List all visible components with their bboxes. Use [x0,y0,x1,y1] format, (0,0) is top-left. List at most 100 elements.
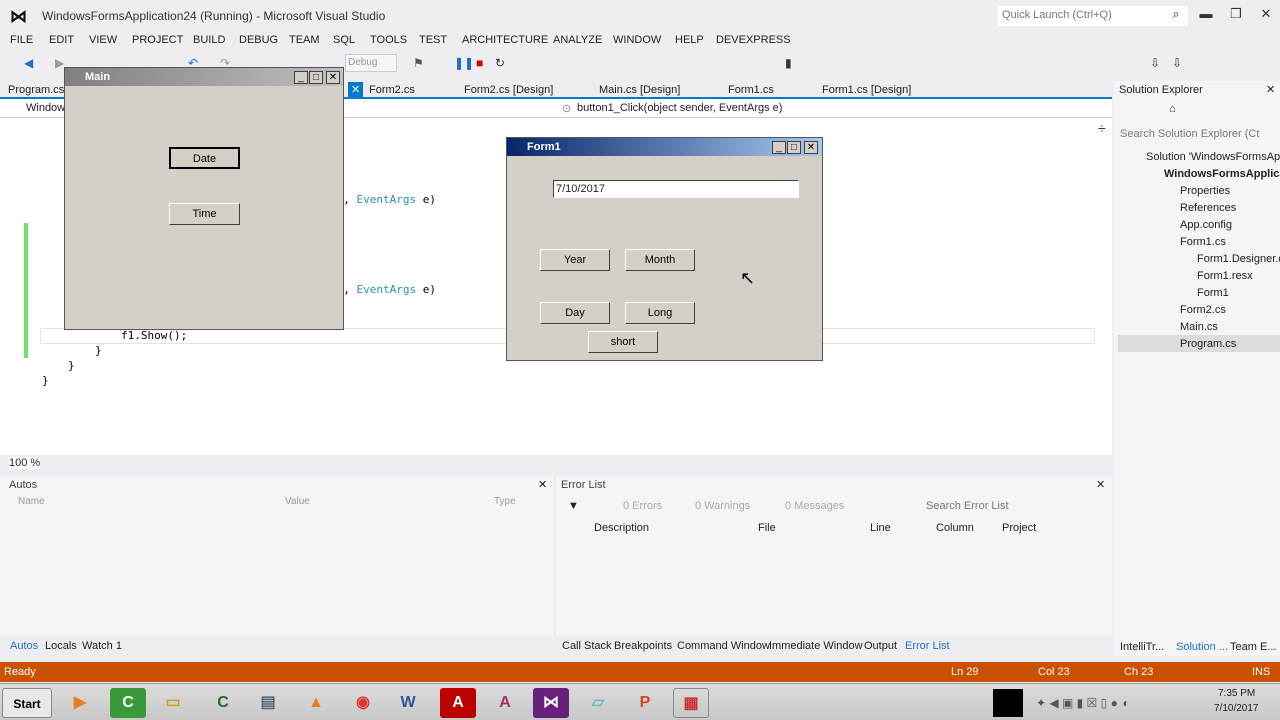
maximize-icon[interactable]: □ [309,71,323,84]
year-button[interactable]: Year [540,249,610,271]
close-tab-icon[interactable]: ✕ [348,82,364,97]
tab-locals[interactable]: Locals [45,640,77,652]
vlc-icon[interactable]: ▲ [298,688,334,718]
tab-call-stack[interactable]: Call Stack [562,640,612,652]
filter-icon[interactable]: ▼ [568,500,579,512]
date-button[interactable]: Date [169,147,240,169]
close-panel-icon[interactable]: ✕ [1096,478,1105,491]
explorer-icon[interactable]: ▭ [155,688,191,718]
powerpoint-icon[interactable]: P [627,688,663,718]
menu-view[interactable]: VIEW [89,34,117,46]
search-solution-input[interactable]: Search Solution Explorer (Ct [1120,128,1259,140]
running-app-icon[interactable]: ▦ [673,688,709,718]
tab-autos[interactable]: Autos [10,640,38,652]
visual-studio-icon[interactable]: ⋈ [533,688,569,718]
pause-icon[interactable]: ❚❚ [454,56,474,70]
app-icon[interactable]: ▤ [250,688,286,718]
menu-window[interactable]: WINDOW [613,34,661,46]
notepad-icon[interactable]: ▱ [580,688,616,718]
download2-icon[interactable]: ⇩ [1172,56,1182,70]
tab-output[interactable]: Output [864,640,897,652]
column-project[interactable]: Project [1002,522,1036,534]
tab-form1-design[interactable]: Form1.cs [Design] [822,84,911,96]
column-value[interactable]: Value [285,496,310,507]
bookmark-icon[interactable]: ▮ [785,56,792,70]
tab-watch1[interactable]: Watch 1 [82,640,122,652]
menu-architecture[interactable]: ARCHITECTURE [462,34,548,46]
tab-program-cs[interactable]: Program.cs [8,84,64,96]
menu-devexpress[interactable]: DEVEXPRESS [716,34,791,46]
menu-analyze[interactable]: ANALYZE [553,34,602,46]
tree-form1-resx[interactable]: Form1.resx [1197,270,1253,282]
stop-icon[interactable]: ■ [476,56,483,70]
tree-form1-class[interactable]: Form1 [1197,287,1229,299]
restore-button[interactable]: ❐ [1224,6,1248,26]
tab-form2-cs[interactable]: Form2.cs [369,84,415,96]
member-dropdown[interactable]: button1_Click(object sender, EventArgs e… [577,102,782,114]
clock-time[interactable]: 7:35 PM [1218,688,1255,699]
tree-form1-designer[interactable]: Form1.Designer.cs [1197,253,1280,265]
forward-icon[interactable]: ▶ [55,56,64,70]
tree-project[interactable]: WindowsFormsApplica [1164,168,1280,180]
tab-immediate-window[interactable]: Immediate Window [769,640,863,652]
column-type[interactable]: Type [494,496,516,507]
errors-filter[interactable]: 0 Errors [623,500,662,512]
menu-team[interactable]: TEAM [289,34,320,46]
word-icon[interactable]: W [390,688,426,718]
short-button[interactable]: short [588,331,658,353]
messages-filter[interactable]: 0 Messages [785,500,844,512]
tree-references[interactable]: References [1180,202,1236,214]
camtasia-icon[interactable]: C [110,688,146,718]
tab-solution-explorer[interactable]: Solution ... [1176,641,1228,653]
column-column[interactable]: Column [936,522,974,534]
tree-program-cs[interactable]: Program.cs [1118,335,1280,352]
menu-build[interactable]: BUILD [193,34,225,46]
acrobat-icon[interactable]: A [440,688,476,718]
download-icon[interactable]: ⇩ [1150,56,1160,70]
day-button[interactable]: Day [540,302,610,324]
tab-form1-cs[interactable]: Form1.cs [728,84,774,96]
minimize-button[interactable]: ▬ [1194,6,1218,26]
close-panel-icon[interactable]: ✕ [538,478,547,491]
chrome-icon[interactable]: ◉ [345,688,381,718]
tab-form2-design[interactable]: Form2.cs [Design] [464,84,553,96]
restart-icon[interactable]: ↻ [495,56,505,70]
close-button[interactable]: ✕ [1254,6,1278,26]
long-button[interactable]: Long [625,302,695,324]
menu-tools[interactable]: TOOLS [370,34,407,46]
menu-test[interactable]: TEST [419,34,447,46]
quick-launch-input[interactable]: Quick Launch (Ctrl+Q) [998,6,1188,26]
column-name[interactable]: Name [18,496,45,507]
close-panel-icon[interactable]: ✕ [1266,83,1275,96]
time-button[interactable]: Time [169,203,240,225]
menu-project[interactable]: PROJECT [132,34,183,46]
start-button[interactable]: Start [2,688,52,718]
column-file[interactable]: File [758,522,776,534]
tree-main-cs[interactable]: Main.cs [1180,321,1218,333]
menu-file[interactable]: FILE [10,34,33,46]
warnings-filter[interactable]: 0 Warnings [695,500,750,512]
menu-edit[interactable]: EDIT [49,34,74,46]
home-icon[interactable]: ⌂ [1169,103,1176,115]
tab-team-explorer[interactable]: Team E... [1230,641,1276,653]
close-icon[interactable]: ✕ [326,71,340,84]
search-error-list-input[interactable]: Search Error List [926,500,1009,512]
tab-intellitrace[interactable]: IntelliTr... [1120,641,1164,653]
tab-error-list[interactable]: Error List [905,640,950,652]
date-textbox[interactable]: 7/10/2017 [553,180,799,198]
maximize-icon[interactable]: □ [787,141,801,154]
tab-main-design[interactable]: Main.cs [Design] [599,84,680,96]
column-description[interactable]: Description [594,522,649,534]
clock-date[interactable]: 7/10/2017 [1214,703,1259,714]
media-player-icon[interactable]: ▶ [62,688,98,718]
tree-app-config[interactable]: App.config [1180,219,1232,231]
access-icon[interactable]: A [487,688,523,718]
tree-solution[interactable]: Solution 'WindowsFormsApplic [1146,151,1280,163]
tree-properties[interactable]: Properties [1180,185,1230,197]
tree-form1-cs[interactable]: Form1.cs [1180,236,1226,248]
search-icon[interactable]: ⌕ [1164,6,1188,26]
zoom-dropdown[interactable]: 100 % [9,457,41,469]
split-icon[interactable]: ÷ [1098,120,1106,136]
minimize-icon[interactable]: _ [294,71,308,84]
tree-form2-cs[interactable]: Form2.cs [1180,304,1226,316]
